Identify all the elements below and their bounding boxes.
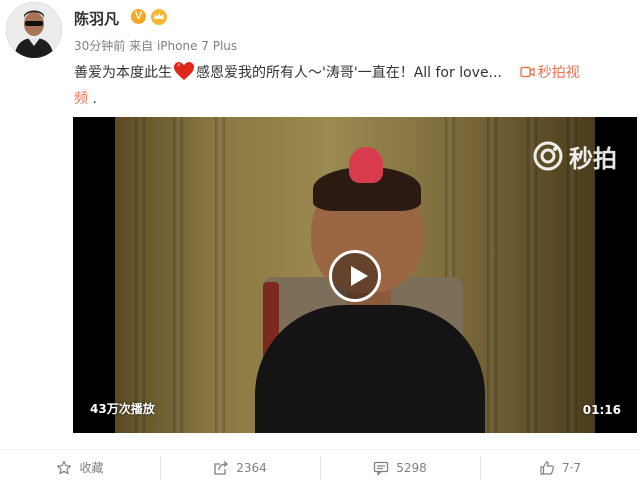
action-bar: 收藏 2364 5298 7·7 <box>0 449 640 485</box>
weibo-post: 陈羽凡 V 30分钟前 来自 iPhone 7 Plus 善爱为本度此生 感恩爱我… <box>0 0 640 497</box>
play-icon <box>351 266 368 286</box>
red-mohawk-shape <box>349 147 383 183</box>
comment-icon <box>374 461 389 476</box>
video-player[interactable]: 秒拍 43万次播放 01:16 <box>73 117 637 433</box>
repost-count: 2364 <box>236 460 267 475</box>
miaopai-watermark: 秒拍 <box>533 139 617 173</box>
video-link[interactable]: 秒拍视 <box>520 65 580 81</box>
video-duration: 01:16 <box>582 403 621 417</box>
like-button[interactable]: 7·7 <box>480 450 640 486</box>
star-icon <box>57 460 72 474</box>
miaopai-logo-icon <box>533 141 563 171</box>
favorite-label: 收藏 <box>79 461 104 475</box>
post-meta: 30分钟前 来自 iPhone 7 Plus <box>74 37 237 54</box>
verified-badge-icon: V <box>131 9 146 24</box>
comment-count: 5298 <box>396 460 427 475</box>
post-time[interactable]: 30分钟前 <box>74 39 125 53</box>
post-source[interactable]: iPhone 7 Plus <box>157 39 237 53</box>
post-content: 善爱为本度此生 感恩爱我的所有人～'涛哥'一直在！All for love... … <box>74 60 634 112</box>
repost-icon <box>214 460 229 475</box>
thumbs-up-icon <box>540 460 554 475</box>
vip-crown-icon <box>150 8 168 25</box>
post-text-part2: 感恩爱我的所有人～'涛哥'一直在！All for love... <box>196 65 502 81</box>
post-text-trailing: . <box>88 91 97 107</box>
source-prefix: 来自 <box>129 39 154 53</box>
play-button[interactable] <box>329 250 381 302</box>
comment-button[interactable]: 5298 <box>320 450 480 486</box>
like-count: 7·7 <box>561 460 582 475</box>
favorite-button[interactable]: 收藏 <box>0 450 160 486</box>
video-link-label-cont[interactable]: 频 <box>74 91 88 107</box>
video-link-label: 秒拍视 <box>537 65 580 81</box>
video-link-icon <box>520 61 535 78</box>
play-count: 43万次播放 <box>90 402 155 416</box>
person-body-shape <box>255 305 485 433</box>
watermark-text: 秒拍 <box>569 144 617 173</box>
heart-emoji-icon <box>173 61 195 81</box>
username[interactable]: 陈羽凡 <box>74 8 119 29</box>
post-text-part1: 善爱为本度此生 <box>74 65 172 81</box>
avatar[interactable] <box>6 2 62 58</box>
repost-button[interactable]: 2364 <box>160 450 320 486</box>
